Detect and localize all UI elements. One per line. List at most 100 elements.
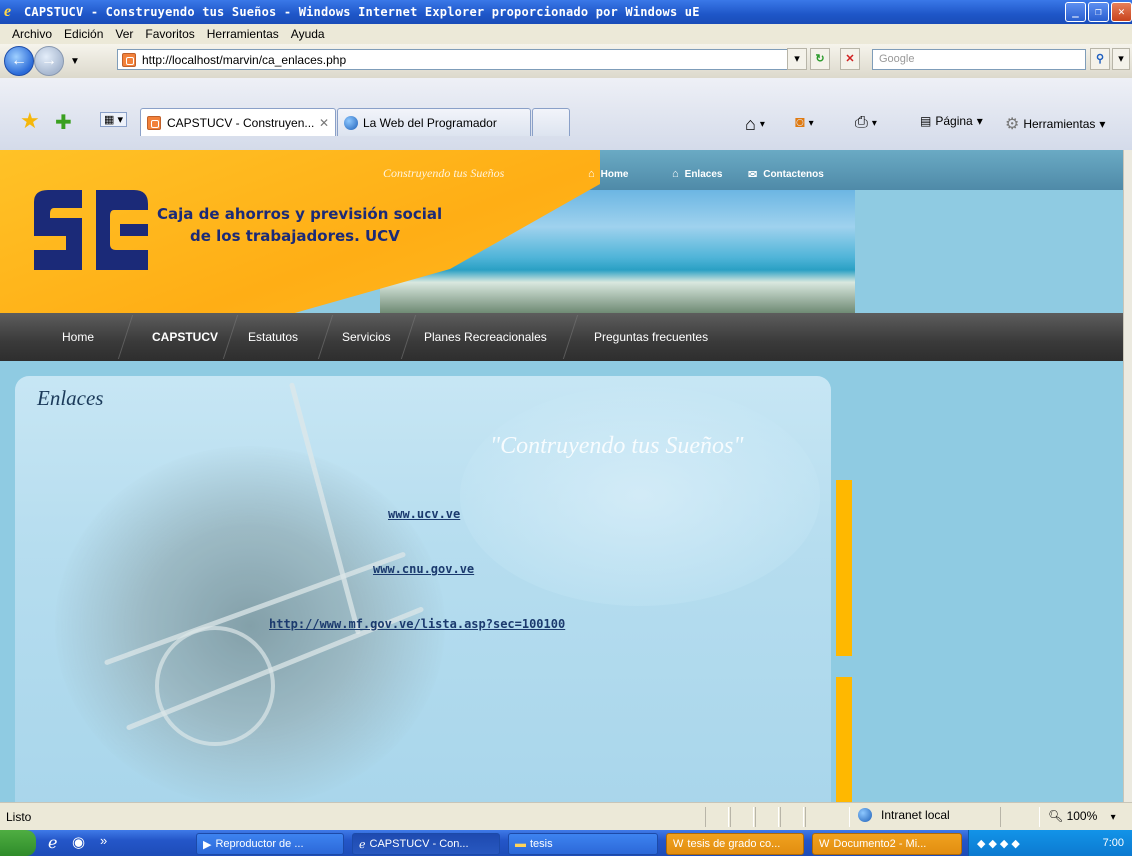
toplink-enlaces[interactable]: ⌂ Enlaces [672, 168, 722, 180]
status-cell [755, 807, 779, 827]
nav-servicios[interactable]: Servicios [342, 330, 391, 344]
window-titlebar[interactable]: e CAPSTUCV - Construyendo tus Sueños - W… [0, 0, 1132, 24]
nav-home[interactable]: Home [62, 330, 94, 344]
taskbar-item-label: tesis de grado co... [687, 838, 781, 850]
tab-capstucv[interactable]: CAPSTUCV - Construyen... ✕ [140, 108, 336, 136]
org-name-line2: de los trabajadores. UCV [190, 227, 400, 245]
favorites-star-icon[interactable]: ★ [20, 108, 40, 134]
accent-bar [836, 480, 852, 656]
zoom-control[interactable]: 🔍︎ 100% ▾ [1048, 809, 1116, 823]
road-loop [155, 626, 275, 746]
zoom-dropdown-icon[interactable]: ▾ [1111, 812, 1116, 823]
security-zone[interactable]: Intranet local [858, 808, 950, 822]
print-icon[interactable]: ⎙ ▾ [855, 114, 877, 132]
folder-icon: ▬ [515, 838, 526, 850]
menu-edicion[interactable]: Edición [58, 27, 109, 41]
accent-bar [836, 677, 852, 802]
toplink-home-label: Home [600, 168, 629, 180]
tools-menu-button[interactable]: ⚙ Herramientas ▾ [1005, 114, 1105, 134]
toplink-contactenos-label: Contactenos [763, 169, 824, 180]
maximize-button[interactable]: ❐ [1088, 2, 1109, 22]
tray-icons[interactable]: ◆◆◆◆ [977, 837, 1023, 850]
nav-preguntas-frecuentes[interactable]: Preguntas frecuentes [594, 330, 708, 344]
new-tab-button[interactable] [532, 108, 570, 136]
status-cell [1000, 807, 1040, 827]
feeds-icon[interactable]: ◙ ▾ [795, 114, 814, 132]
taskbar: ℯ ◉ » ▶ Reproductor de ... ℯ CAPSTUCV - … [0, 830, 1132, 856]
nav-planes-recreacionales[interactable]: Planes Recreacionales [424, 330, 547, 344]
close-button[interactable]: ✕ [1111, 2, 1132, 22]
refresh-icon[interactable]: ↻ [810, 48, 830, 70]
taskbar-item-tesis[interactable]: ▬ tesis [508, 833, 658, 855]
intranet-globe-icon [858, 808, 872, 822]
quicklaunch-more-icon[interactable]: » [100, 833, 107, 848]
tab-toolbar: ★ ✚ ▦ ▾ CAPSTUCV - Construyen... ✕ La We… [0, 78, 1132, 150]
tab-web-programador[interactable]: La Web del Programador [337, 108, 531, 136]
header-right-panel [855, 190, 1123, 312]
address-url: http://localhost/marvin/ca_enlaces.php [142, 52, 347, 67]
clock[interactable]: 7:00 [1103, 837, 1124, 849]
home-icon: ⌂ [672, 168, 679, 180]
ie-icon: ℯ [359, 838, 366, 851]
taskbar-item-capstucv[interactable]: ℯ CAPSTUCV - Con... [352, 833, 500, 855]
minimize-button[interactable]: _ [1065, 2, 1086, 22]
search-input[interactable]: Google [872, 49, 1086, 70]
tab-close-icon[interactable]: ✕ [319, 116, 329, 130]
ie-logo-icon: e [4, 3, 12, 20]
link-ucv[interactable]: www.ucv.ve [388, 507, 460, 521]
org-name-line1: Caja de ahorros y previsión social [157, 205, 443, 223]
stop-icon[interactable]: ✕ [840, 48, 860, 70]
link-cnu[interactable]: www.cnu.gov.ve [373, 562, 474, 576]
taskbar-item-media-player[interactable]: ▶ Reproductor de ... [196, 833, 344, 855]
status-bar: Listo Intranet local 🔍︎ 100% ▾ [0, 802, 1132, 830]
taskbar-item-tesis-grado[interactable]: W tesis de grado co... [666, 833, 804, 855]
status-cell [805, 807, 850, 827]
toplink-home[interactable]: ⌂ Home [588, 168, 628, 180]
zoom-icon: 🔍︎ [1048, 809, 1064, 823]
taskbar-item-documento2[interactable]: W Documento2 - Mi... [812, 833, 962, 855]
page-icon: ▤ [920, 114, 932, 128]
header-top-strip [560, 150, 1123, 190]
quick-tabs-icon[interactable]: ▦ ▾ [100, 112, 127, 127]
toplink-enlaces-label: Enlaces [684, 168, 723, 180]
tab-label: La Web del Programador [363, 115, 497, 130]
home-icon: ⌂ [588, 168, 595, 180]
forward-button[interactable]: → [34, 46, 64, 76]
content-slogan: "Contruyendo tus Sueños" [490, 433, 744, 459]
browser-quicklaunch-icon[interactable]: ◉ [72, 833, 85, 851]
menu-favoritos[interactable]: Favoritos [139, 27, 200, 41]
status-cell [705, 807, 729, 827]
main-nav: Home CAPSTUCV Estatutos Servicios Planes… [0, 313, 1123, 361]
menu-herramientas[interactable]: Herramientas [201, 27, 285, 41]
site-favicon-icon [122, 52, 136, 67]
nav-capstucv[interactable]: CAPSTUCV [152, 330, 218, 344]
vertical-scrollbar[interactable] [1123, 150, 1132, 802]
search-icon[interactable]: ⚲ [1090, 48, 1110, 70]
tab-label: CAPSTUCV - Construyen... [167, 115, 315, 130]
ie-quicklaunch-icon[interactable]: ℯ [48, 833, 57, 853]
gear-icon: ⚙ [1005, 116, 1020, 133]
search-options-icon[interactable]: ▾ [1112, 48, 1130, 70]
menu-bar: Archivo Edición Ver Favoritos Herramient… [0, 24, 1132, 44]
security-zone-label: Intranet local [881, 808, 950, 822]
menu-ver[interactable]: Ver [109, 27, 139, 41]
toplink-contactenos[interactable]: ✉ Contactenos [748, 168, 824, 181]
page-menu-button[interactable]: ▤ Página ▾ [920, 114, 983, 128]
page-title: Enlaces [37, 386, 104, 410]
history-dropdown-icon[interactable]: ▼ [70, 56, 80, 67]
add-favorite-icon[interactable]: ✚ [55, 110, 72, 135]
back-button[interactable]: ← [4, 46, 34, 76]
web-page: Caja de ahorros y previsión social de lo… [0, 150, 1123, 802]
capstucv-logo [34, 190, 148, 270]
address-dropdown-icon[interactable]: ▾ [787, 48, 807, 70]
home-icon[interactable]: ⌂ ▾ [745, 114, 765, 135]
word-icon: W [673, 838, 684, 850]
nav-estatutos[interactable]: Estatutos [248, 330, 298, 344]
menu-archivo[interactable]: Archivo [6, 27, 58, 41]
start-button[interactable] [0, 830, 36, 856]
menu-ayuda[interactable]: Ayuda [285, 27, 331, 41]
address-bar[interactable]: http://localhost/marvin/ca_enlaces.php [117, 49, 807, 70]
mail-icon: ✉ [748, 169, 758, 181]
page-menu-label: Página [935, 114, 973, 128]
link-mf[interactable]: http://www.mf.gov.ve/lista.asp?sec=10010… [269, 617, 565, 631]
